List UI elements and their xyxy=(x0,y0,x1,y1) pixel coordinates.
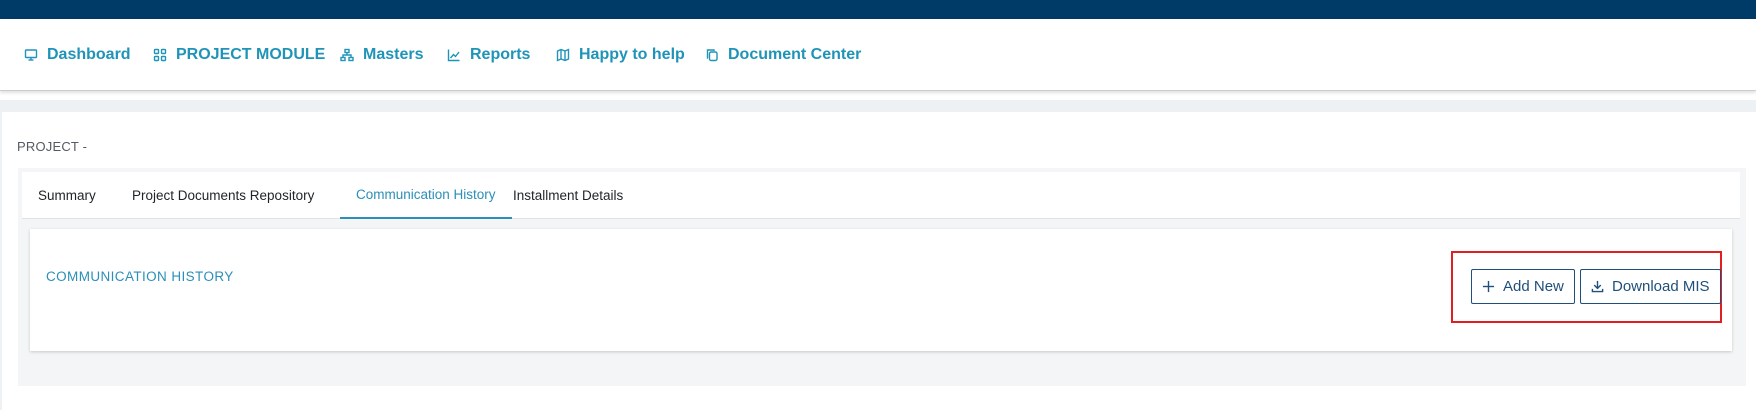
add-new-label: Add New xyxy=(1503,278,1564,295)
card-title: COMMUNICATION HISTORY xyxy=(46,269,234,284)
copy-icon xyxy=(706,49,718,62)
add-new-button[interactable]: Add New xyxy=(1471,269,1575,304)
tab-summary[interactable]: Summary xyxy=(22,172,112,219)
nav-document-center-label: Document Center xyxy=(728,46,862,63)
download-mis-label: Download MIS xyxy=(1612,278,1710,295)
map-icon xyxy=(556,48,570,62)
page-title: PROJECT - xyxy=(17,139,88,154)
tab-communication-history[interactable]: Communication History xyxy=(340,172,512,219)
tab-bar: Summary Project Documents Repository Com… xyxy=(22,172,1740,219)
nav-dashboard[interactable]: Dashboard xyxy=(24,45,131,65)
grid-icon xyxy=(153,48,167,62)
nav-happy-to-help[interactable]: Happy to help xyxy=(556,45,685,65)
nav-reports-label: Reports xyxy=(470,46,531,63)
main-navigation: Dashboard PROJECT MODULE Masters Reports xyxy=(0,19,1756,91)
nav-masters-label: Masters xyxy=(363,46,424,63)
nav-masters[interactable]: Masters xyxy=(340,45,423,65)
nav-project-module-label: PROJECT MODULE xyxy=(176,46,326,63)
plus-icon xyxy=(1482,280,1495,293)
sitemap-icon xyxy=(340,48,354,62)
nav-project-module[interactable]: PROJECT MODULE xyxy=(153,45,325,65)
nav-reports[interactable]: Reports xyxy=(447,45,530,65)
nav-document-center[interactable]: Document Center xyxy=(705,45,861,65)
nav-happy-to-help-label: Happy to help xyxy=(579,46,685,63)
download-mis-button[interactable]: Download MIS xyxy=(1580,269,1721,304)
download-icon xyxy=(1591,280,1604,293)
monitor-icon xyxy=(24,49,38,61)
nav-dashboard-label: Dashboard xyxy=(47,46,131,63)
tab-project-documents-repository[interactable]: Project Documents Repository xyxy=(116,172,330,219)
chart-line-icon xyxy=(447,49,460,62)
tab-installment-details[interactable]: Installment Details xyxy=(497,172,639,219)
top-header-bar xyxy=(0,0,1756,19)
